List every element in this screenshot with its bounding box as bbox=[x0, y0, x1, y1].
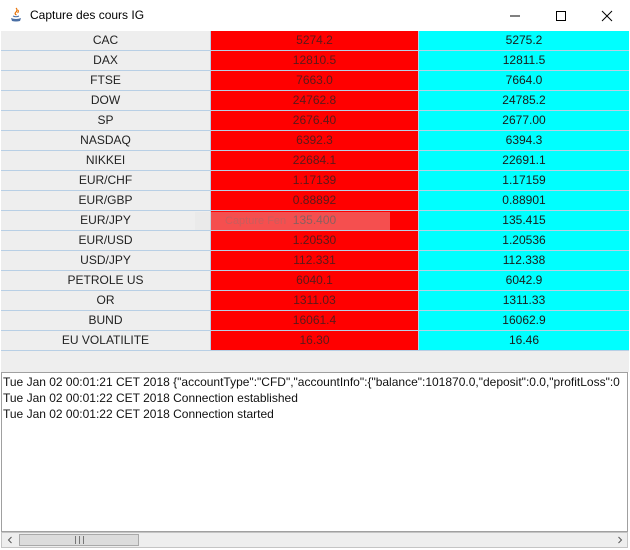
ask-price-cell: 7664.0 bbox=[419, 71, 629, 91]
arrow-right-icon bbox=[617, 536, 622, 544]
quote-row[interactable]: FTSE 7663.0 7664.0 bbox=[1, 71, 629, 91]
quote-row[interactable]: SP 2676.40 2677.00 bbox=[1, 111, 629, 131]
log-line: Tue Jan 02 00:01:21 CET 2018 {"accountTy… bbox=[3, 375, 620, 389]
ask-price-cell: 16062.9 bbox=[419, 311, 629, 331]
scrollbar-thumb[interactable] bbox=[19, 534, 139, 546]
bid-price-cell: 16.30 bbox=[211, 331, 419, 351]
bid-price-cell: 12810.5 bbox=[211, 51, 419, 71]
grip-icon bbox=[74, 536, 84, 544]
horizontal-scrollbar[interactable] bbox=[1, 532, 628, 548]
bid-price-cell: 24762.8 bbox=[211, 91, 419, 111]
instrument-name-cell: SP bbox=[1, 111, 211, 131]
capture-overlay: Capture Fen bbox=[195, 212, 390, 230]
quote-row[interactable]: DAX 12810.5 12811.5 bbox=[1, 51, 629, 71]
scroll-right-button[interactable] bbox=[612, 533, 627, 547]
quote-row[interactable]: OR 1311.03 1311.33 bbox=[1, 291, 629, 311]
instrument-name-cell: EUR/JPY bbox=[1, 211, 211, 231]
ask-price-cell: 135.415 bbox=[419, 211, 629, 231]
quote-row[interactable]: EUR/CHF 1.17139 1.17159 bbox=[1, 171, 629, 191]
quotes-table: CAC 5274.2 5275.2 DAX 12810.5 12811.5 FTSE 7663… bbox=[1, 31, 629, 351]
window-title: Capture des cours IG bbox=[30, 8, 145, 22]
instrument-name-cell: EUR/CHF bbox=[1, 171, 211, 191]
bid-price-cell: 7663.0 bbox=[211, 71, 419, 91]
minimize-icon bbox=[510, 15, 520, 16]
bid-price-cell: 1.20530 bbox=[211, 231, 419, 251]
log-text-area[interactable]: Tue Jan 02 00:01:21 CET 2018 {"accountTy… bbox=[1, 372, 628, 532]
maximize-button[interactable] bbox=[538, 0, 584, 31]
arrow-left-icon bbox=[7, 536, 12, 544]
quote-row[interactable]: PETROLE US 6040.1 6042.9 bbox=[1, 271, 629, 291]
ask-price-cell: 112.338 bbox=[419, 251, 629, 271]
quote-row[interactable]: NIKKEI 22684.1 22691.1 bbox=[1, 151, 629, 171]
bid-price-cell: 6392.3 bbox=[211, 131, 419, 151]
instrument-name-cell: EUR/USD bbox=[1, 231, 211, 251]
quote-row[interactable]: DOW 24762.8 24785.2 bbox=[1, 91, 629, 111]
ask-price-cell: 6042.9 bbox=[419, 271, 629, 291]
ask-price-cell: 1311.33 bbox=[419, 291, 629, 311]
ask-price-cell: 5275.2 bbox=[419, 31, 629, 51]
bid-price-cell: 2676.40 bbox=[211, 111, 419, 131]
bid-price-cell: 16061.4 bbox=[211, 311, 419, 331]
log-line: Tue Jan 02 00:01:22 CET 2018 Connection … bbox=[3, 391, 298, 405]
close-button[interactable] bbox=[584, 0, 630, 31]
ask-price-cell: 6394.3 bbox=[419, 131, 629, 151]
instrument-name-cell: DAX bbox=[1, 51, 211, 71]
quote-row[interactable]: BUND 16061.4 16062.9 bbox=[1, 311, 629, 331]
log-line: Tue Jan 02 00:01:22 CET 2018 Connection … bbox=[3, 407, 274, 421]
instrument-name-cell: EUR/GBP bbox=[1, 191, 211, 211]
ask-price-cell: 12811.5 bbox=[419, 51, 629, 71]
instrument-name-cell: BUND bbox=[1, 311, 211, 331]
bid-price-cell: 22684.1 bbox=[211, 151, 419, 171]
scroll-left-button[interactable] bbox=[2, 533, 17, 547]
instrument-name-cell: PETROLE US bbox=[1, 271, 211, 291]
bid-price-cell: 112.331 bbox=[211, 251, 419, 271]
maximize-icon bbox=[556, 10, 566, 21]
ask-price-cell: 24785.2 bbox=[419, 91, 629, 111]
instrument-name-cell: NASDAQ bbox=[1, 131, 211, 151]
quote-row[interactable]: EUR/GBP 0.88892 0.88901 bbox=[1, 191, 629, 211]
quote-row[interactable]: USD/JPY 112.331 112.338 bbox=[1, 251, 629, 271]
instrument-name-cell: CAC bbox=[1, 31, 211, 51]
ask-price-cell: 16.46 bbox=[419, 331, 629, 351]
instrument-name-cell: NIKKEI bbox=[1, 151, 211, 171]
instrument-name-cell: EU VOLATILITE bbox=[1, 331, 211, 351]
bid-price-cell: 1311.03 bbox=[211, 291, 419, 311]
instrument-name-cell: FTSE bbox=[1, 71, 211, 91]
instrument-name-cell: USD/JPY bbox=[1, 251, 211, 271]
quote-row[interactable]: EU VOLATILITE 16.30 16.46 bbox=[1, 331, 629, 351]
quote-row[interactable]: EUR/USD 1.20530 1.20536 bbox=[1, 231, 629, 251]
quote-row[interactable]: NASDAQ 6392.3 6394.3 bbox=[1, 131, 629, 151]
title-bar[interactable]: Capture des cours IG bbox=[0, 0, 630, 31]
ask-price-cell: 22691.1 bbox=[419, 151, 629, 171]
minimize-button[interactable] bbox=[492, 0, 538, 31]
ask-price-cell: 1.17159 bbox=[419, 171, 629, 191]
app-window: Capture des cours IG CAC 5274.2 5275.2 DAX 1… bbox=[0, 0, 630, 550]
bid-price-cell: 1.17139 bbox=[211, 171, 419, 191]
instrument-name-cell: DOW bbox=[1, 91, 211, 111]
ask-price-cell: 2677.00 bbox=[419, 111, 629, 131]
close-icon bbox=[601, 10, 613, 21]
quote-row[interactable]: CAC 5274.2 5275.2 bbox=[1, 31, 629, 51]
bid-price-cell: 5274.2 bbox=[211, 31, 419, 51]
java-icon bbox=[8, 7, 24, 23]
separator-panel bbox=[1, 351, 629, 372]
bid-price-cell: 6040.1 bbox=[211, 271, 419, 291]
ask-price-cell: 1.20536 bbox=[419, 231, 629, 251]
instrument-name-cell: OR bbox=[1, 291, 211, 311]
bid-price-cell: 0.88892 bbox=[211, 191, 419, 211]
ask-price-cell: 0.88901 bbox=[419, 191, 629, 211]
